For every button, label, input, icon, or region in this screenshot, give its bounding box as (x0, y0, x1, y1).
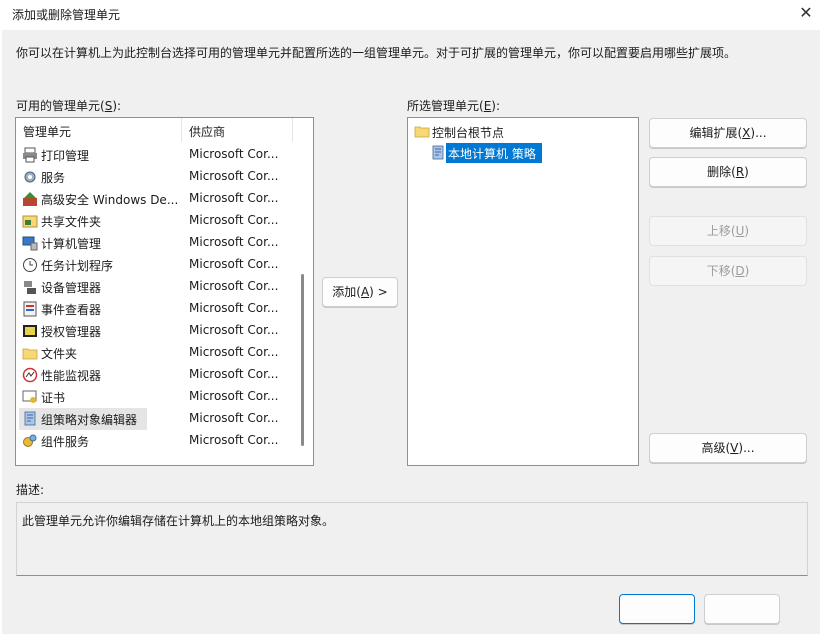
snapin-name: 打印管理 (41, 149, 90, 163)
performance-monitor-icon (22, 367, 38, 383)
folder-icon (22, 348, 38, 360)
snapin-vendor: Microsoft Cor... (189, 279, 279, 293)
snapin-vendor: Microsoft Cor... (189, 433, 279, 447)
scrollbar-thumb[interactable] (301, 274, 304, 446)
add-button[interactable]: 添加(A) > (322, 277, 398, 307)
close-icon[interactable]: ✕ (796, 2, 816, 24)
column-divider-end (292, 118, 293, 142)
description-label: 描述: (16, 483, 45, 497)
component-services-icon (23, 434, 37, 447)
snapin-row[interactable]: 服务 Microsoft Cor... (17, 166, 293, 188)
remove-button[interactable]: 删除(R) (649, 157, 807, 187)
snapin-name: 任务计划程序 (41, 259, 114, 273)
snapin-vendor: Microsoft Cor... (189, 345, 279, 359)
folder-icon (414, 126, 430, 138)
snapin-row[interactable]: 组件服务 Microsoft Cor... (17, 430, 293, 452)
snapin-vendor: Microsoft Cor... (189, 235, 279, 249)
snapin-name: 高级安全 Windows De... (41, 193, 179, 207)
snapin-name: 授权管理器 (41, 325, 102, 339)
event-viewer-icon (23, 301, 37, 317)
snapin-name: 性能监视器 (41, 369, 102, 383)
window-title: 添加或删除管理单元 (12, 8, 121, 22)
snapin-name: 组策略对象编辑器 (41, 413, 138, 427)
advanced-button[interactable]: 高级(V)... (649, 433, 807, 463)
snapin-name: 组件服务 (41, 435, 90, 449)
certificate-icon (22, 390, 37, 403)
move-up-button[interactable]: 上移(U) (649, 216, 807, 246)
cancel-button[interactable] (704, 594, 780, 624)
snapin-vendor: Microsoft Cor... (189, 257, 279, 271)
description-text: 此管理单元允许你编辑存储在计算机上的本地组策略对象。 (22, 514, 335, 528)
edit-extensions-button[interactable]: 编辑扩展(X)... (649, 118, 807, 148)
snapin-name: 设备管理器 (41, 281, 102, 295)
tree-node-label: 本地计算机 策略 (448, 147, 536, 161)
snapin-vendor: Microsoft Cor... (189, 367, 279, 381)
snapin-name: 证书 (41, 391, 66, 405)
snapin-row[interactable]: 高级安全 Windows De... Microsoft Cor... (17, 188, 293, 210)
title-bar (0, 0, 823, 30)
firewall-icon (23, 192, 37, 206)
authorization-icon (23, 325, 37, 337)
snapin-name: 计算机管理 (41, 237, 102, 251)
snapin-name: 事件查看器 (41, 303, 102, 317)
snapin-row[interactable]: 授权管理器 Microsoft Cor... (17, 320, 293, 342)
move-down-button[interactable]: 下移(D) (649, 256, 807, 286)
tree-node-console-root[interactable]: 控制台根节点 (414, 122, 634, 142)
snapin-vendor: Microsoft Cor... (189, 191, 279, 205)
clock-icon (23, 258, 37, 272)
snapin-row[interactable]: 任务计划程序 Microsoft Cor... (17, 254, 293, 276)
group-policy-icon (432, 145, 444, 160)
tree-node-local-policy[interactable]: 本地计算机 策略 (430, 143, 630, 163)
snapin-row[interactable]: 文件夹 Microsoft Cor... (17, 342, 293, 364)
snapin-row[interactable]: 组策略对象编辑器 Microsoft Cor... (17, 408, 293, 430)
snapin-row[interactable]: 计算机管理 Microsoft Cor... (17, 232, 293, 254)
snapin-name: 文件夹 (41, 347, 78, 361)
selected-snapins-label: 所选管理单元(E): (407, 99, 501, 113)
snapin-row[interactable]: 设备管理器 Microsoft Cor... (17, 276, 293, 298)
snapin-name: 服务 (41, 171, 66, 185)
snapin-vendor: Microsoft Cor... (189, 389, 279, 403)
intro-text: 你可以在计算机上为此控制台选择可用的管理单元并配置所选的一组管理单元。对于可扩展… (16, 46, 737, 60)
snapin-vendor: Microsoft Cor... (189, 169, 279, 183)
snapin-vendor: Microsoft Cor... (189, 411, 279, 425)
snapin-name: 共享文件夹 (41, 215, 102, 229)
available-snapins-label: 可用的管理单元(S): (16, 99, 122, 113)
ok-button[interactable] (619, 594, 695, 624)
selected-snapins-tree[interactable] (407, 117, 639, 466)
printer-icon (23, 147, 37, 163)
snapin-row[interactable]: 证书 Microsoft Cor... (17, 386, 293, 408)
device-manager-icon (24, 281, 36, 294)
snapin-row[interactable]: 事件查看器 Microsoft Cor... (17, 298, 293, 320)
snapin-vendor: Microsoft Cor... (189, 301, 279, 315)
snapin-row[interactable]: 打印管理 Microsoft Cor... (17, 144, 293, 166)
snapin-vendor: Microsoft Cor... (189, 323, 279, 337)
column-header-vendor[interactable]: 供应商 (189, 123, 225, 140)
services-gear-icon (24, 171, 36, 183)
column-header-name[interactable]: 管理单元 (23, 123, 71, 140)
shared-folder-icon (22, 215, 38, 228)
tree-node-label: 控制台根节点 (432, 126, 505, 140)
computer-management-icon (22, 236, 38, 251)
snapin-row[interactable]: 性能监视器 Microsoft Cor... (17, 364, 293, 386)
snapin-row[interactable]: 共享文件夹 Microsoft Cor... (17, 210, 293, 232)
group-policy-icon (24, 411, 36, 426)
snapin-vendor: Microsoft Cor... (189, 213, 279, 227)
snapin-vendor: Microsoft Cor... (189, 147, 279, 161)
column-divider[interactable] (181, 118, 182, 142)
